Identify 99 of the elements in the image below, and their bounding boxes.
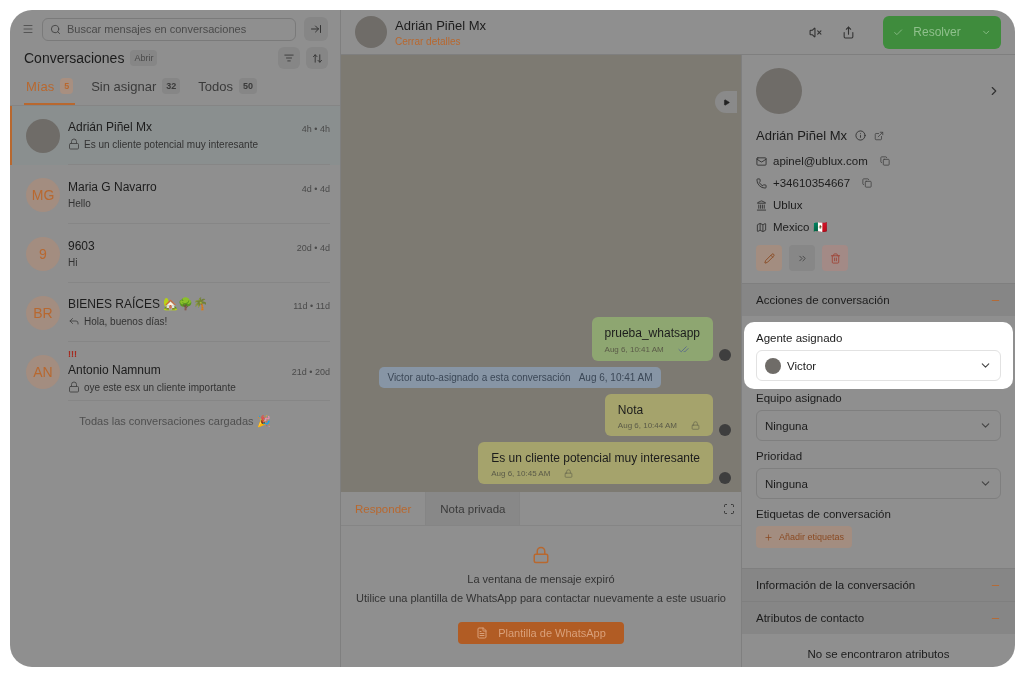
- expand-icon: [723, 502, 735, 515]
- conversation-time: 21d • 20d: [291, 367, 330, 377]
- external-link-icon[interactable]: [874, 130, 885, 141]
- section-header[interactable]: Información de la conversación: [742, 568, 1015, 601]
- reply-tab[interactable]: Nota privada: [426, 492, 521, 525]
- trash-icon: [829, 252, 841, 264]
- field-label: Etiquetas de conversación: [756, 508, 892, 520]
- initials-avatar: AN: [26, 354, 60, 389]
- field-label: Equipo asignado: [756, 392, 843, 404]
- empty-attributes-text: No se encontraron atributos: [806, 647, 951, 660]
- contact-name: Adrián Piñel Mx: [68, 120, 153, 134]
- message-text: prueba_whatsapp: [604, 326, 700, 340]
- expired-title: La ventana de mensaje expiró: [467, 572, 615, 587]
- section-header[interactable]: Acciones de conversación: [742, 283, 1015, 316]
- lock-icon: [691, 421, 700, 430]
- expand-button[interactable]: [715, 91, 737, 113]
- avatar-photo: [26, 118, 60, 153]
- share-icon: [842, 25, 855, 39]
- sender-avatar: [719, 472, 731, 484]
- expired-text: Utilice una plantilla de WhatsApp para contactar nuevamente a este usuario: [356, 591, 726, 606]
- activity-text: Victor auto-asignado a esta conversación: [387, 372, 571, 383]
- contact-name: BIENES RAÍCES 🏡🌳🌴: [68, 297, 209, 311]
- conversation-item[interactable]: 9 9603 20d • 4d Hi: [10, 224, 340, 283]
- contact-detail: apinel@ublux.com: [773, 155, 868, 167]
- collapse-button[interactable]: [304, 17, 328, 41]
- contact-name: Maria G Navarro: [68, 179, 157, 194]
- select-field[interactable]: Victor: [756, 350, 1001, 381]
- message-time: Aug 6, 10:45 AM: [491, 469, 551, 478]
- avatar-photo: [756, 68, 802, 114]
- copy-icon[interactable]: [862, 178, 873, 188]
- plus-icon: [764, 532, 773, 542]
- message-preview: Hello: [68, 197, 91, 209]
- priority-mark: !!!: [68, 349, 78, 359]
- avatar-photo: [355, 16, 387, 48]
- read-ticks-icon: [677, 344, 689, 355]
- contact-detail: Mexico 🇲🇽: [773, 220, 827, 234]
- tab-count: 50: [238, 78, 257, 94]
- conversation-item[interactable]: BR BIENES RAÍCES 🏡🌳🌴 11d • 11d Hola, buenos días!: [10, 283, 340, 342]
- arrow-to-line-icon: [310, 23, 322, 35]
- conversation-title: Adrián Piñel Mx: [395, 17, 487, 33]
- contact-detail: Ublux: [773, 199, 803, 211]
- contact-name: 9603: [68, 238, 95, 253]
- message-text: Es un cliente potencial muy interesante: [491, 451, 700, 465]
- lock-icon: [564, 469, 574, 478]
- sort-button[interactable]: [306, 47, 328, 69]
- contact-name: Antonio Namnum: [68, 363, 161, 377]
- section-header[interactable]: Atributos de contacto: [742, 601, 1015, 634]
- play-icon: [722, 98, 730, 106]
- message-time: Aug 6, 10:44 AM: [617, 421, 677, 430]
- conversation-item[interactable]: MG Maria G Navarro 4d • 4d Hello: [10, 165, 340, 224]
- loaded-message: Todas las conversaciones cargadas 🎉: [78, 414, 272, 428]
- conversations-title: Conversaciones: [24, 50, 125, 66]
- message-preview: Hola, buenos días!: [84, 315, 168, 327]
- phone-icon: [756, 177, 767, 189]
- map-icon: [756, 221, 767, 233]
- pencil-icon: [763, 252, 775, 264]
- copy-icon[interactable]: [879, 156, 890, 166]
- activity-time: Aug 6, 10:41 AM: [578, 372, 653, 383]
- menu-icon[interactable]: [22, 23, 34, 35]
- initials-avatar: MG: [26, 177, 60, 212]
- sender-avatar: [719, 424, 731, 436]
- building-icon: [756, 199, 767, 211]
- conversation-time: 11d • 11d: [293, 301, 330, 311]
- message-text: Nota: [617, 403, 645, 417]
- merge-button[interactable]: [789, 245, 815, 271]
- search-field[interactable]: Buscar mensajes en conversaciones: [42, 17, 296, 41]
- field-label: Prioridad: [756, 450, 804, 462]
- info-icon[interactable]: [855, 130, 867, 141]
- conversation-time: 4d • 4d: [301, 183, 330, 194]
- conversation-item[interactable]: Adrián Piñel Mx 4h • 4h Es un cliente potencial muy interesante: [10, 106, 340, 165]
- message-time: Aug 6, 10:41 AM: [604, 345, 664, 354]
- initials-avatar: BR: [26, 295, 60, 330]
- conversation-tab[interactable]: Sin asignar 32: [89, 69, 183, 105]
- mute-icon: [809, 25, 822, 39]
- tab-count: 5: [60, 78, 74, 94]
- conversation-item[interactable]: AN !!! Antonio Namnum 21d • 20d oye este esx un cliente importante: [10, 342, 340, 401]
- delete-button[interactable]: [822, 245, 848, 271]
- select-field[interactable]: Ninguna: [756, 468, 1001, 499]
- sender-avatar: [719, 349, 731, 361]
- field-label: Agente asignado: [756, 332, 844, 344]
- filter-button[interactable]: [278, 47, 300, 69]
- conversation-time: 4h • 4h: [301, 124, 330, 134]
- initials-avatar: 9: [26, 236, 60, 271]
- conversation-tab[interactable]: Todos 50: [196, 69, 259, 105]
- search-icon: [50, 23, 61, 35]
- select-field[interactable]: Ninguna: [756, 410, 1001, 441]
- contact-name: Adrián Piñel Mx: [756, 128, 848, 143]
- lock-icon: [532, 546, 550, 564]
- tab-count: 32: [162, 78, 181, 94]
- mail-icon: [756, 155, 767, 167]
- conversation-time: 20d • 4d: [296, 242, 330, 253]
- document-icon: [476, 627, 489, 639]
- message-preview: Es un cliente potencial muy interesante: [84, 138, 258, 150]
- edit-button[interactable]: [756, 245, 782, 271]
- filter-icon: [284, 53, 294, 63]
- sort-icon: [311, 52, 323, 64]
- message-preview: oye este esx un cliente importante: [84, 381, 236, 393]
- contact-detail: +34610354667: [773, 177, 851, 189]
- message-preview: Hi: [68, 256, 78, 268]
